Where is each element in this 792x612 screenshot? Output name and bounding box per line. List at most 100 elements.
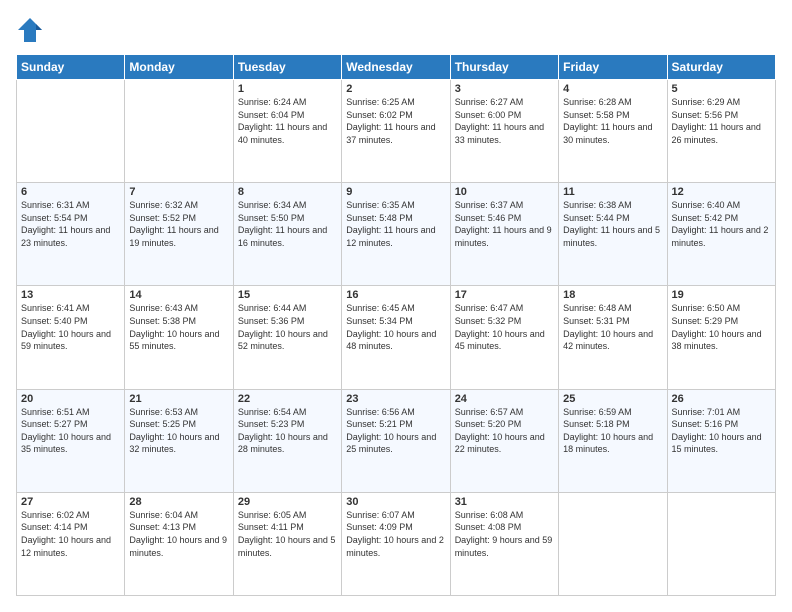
calendar-cell: 23Sunrise: 6:56 AM Sunset: 5:21 PM Dayli… bbox=[342, 389, 450, 492]
calendar-cell: 7Sunrise: 6:32 AM Sunset: 5:52 PM Daylig… bbox=[125, 183, 233, 286]
day-info: Sunrise: 6:24 AM Sunset: 6:04 PM Dayligh… bbox=[238, 96, 337, 146]
day-number: 26 bbox=[672, 393, 771, 405]
day-info: Sunrise: 6:40 AM Sunset: 5:42 PM Dayligh… bbox=[672, 199, 771, 249]
weekday-header-saturday: Saturday bbox=[667, 55, 775, 80]
calendar-table: SundayMondayTuesdayWednesdayThursdayFrid… bbox=[16, 54, 776, 596]
calendar-cell: 25Sunrise: 6:59 AM Sunset: 5:18 PM Dayli… bbox=[559, 389, 667, 492]
day-info: Sunrise: 6:50 AM Sunset: 5:29 PM Dayligh… bbox=[672, 302, 771, 352]
week-row-2: 6Sunrise: 6:31 AM Sunset: 5:54 PM Daylig… bbox=[17, 183, 776, 286]
calendar-cell: 28Sunrise: 6:04 AM Sunset: 4:13 PM Dayli… bbox=[125, 492, 233, 595]
week-row-5: 27Sunrise: 6:02 AM Sunset: 4:14 PM Dayli… bbox=[17, 492, 776, 595]
day-number: 5 bbox=[672, 83, 771, 95]
day-info: Sunrise: 6:37 AM Sunset: 5:46 PM Dayligh… bbox=[455, 199, 554, 249]
weekday-header-sunday: Sunday bbox=[17, 55, 125, 80]
calendar-cell: 9Sunrise: 6:35 AM Sunset: 5:48 PM Daylig… bbox=[342, 183, 450, 286]
day-number: 8 bbox=[238, 186, 337, 198]
weekday-header-wednesday: Wednesday bbox=[342, 55, 450, 80]
day-info: Sunrise: 6:02 AM Sunset: 4:14 PM Dayligh… bbox=[21, 509, 120, 559]
day-number: 18 bbox=[563, 289, 662, 301]
calendar-cell: 16Sunrise: 6:45 AM Sunset: 5:34 PM Dayli… bbox=[342, 286, 450, 389]
calendar-cell: 21Sunrise: 6:53 AM Sunset: 5:25 PM Dayli… bbox=[125, 389, 233, 492]
day-number: 27 bbox=[21, 496, 120, 508]
weekday-header-monday: Monday bbox=[125, 55, 233, 80]
calendar-cell: 11Sunrise: 6:38 AM Sunset: 5:44 PM Dayli… bbox=[559, 183, 667, 286]
calendar-cell: 6Sunrise: 6:31 AM Sunset: 5:54 PM Daylig… bbox=[17, 183, 125, 286]
day-info: Sunrise: 6:05 AM Sunset: 4:11 PM Dayligh… bbox=[238, 509, 337, 559]
day-info: Sunrise: 6:44 AM Sunset: 5:36 PM Dayligh… bbox=[238, 302, 337, 352]
calendar-cell bbox=[17, 80, 125, 183]
day-number: 20 bbox=[21, 393, 120, 405]
day-number: 1 bbox=[238, 83, 337, 95]
calendar-cell: 2Sunrise: 6:25 AM Sunset: 6:02 PM Daylig… bbox=[342, 80, 450, 183]
day-info: Sunrise: 6:51 AM Sunset: 5:27 PM Dayligh… bbox=[21, 406, 120, 456]
day-number: 13 bbox=[21, 289, 120, 301]
day-number: 14 bbox=[129, 289, 228, 301]
day-number: 6 bbox=[21, 186, 120, 198]
logo bbox=[16, 16, 48, 44]
week-row-3: 13Sunrise: 6:41 AM Sunset: 5:40 PM Dayli… bbox=[17, 286, 776, 389]
day-info: Sunrise: 6:56 AM Sunset: 5:21 PM Dayligh… bbox=[346, 406, 445, 456]
day-number: 31 bbox=[455, 496, 554, 508]
day-info: Sunrise: 6:28 AM Sunset: 5:58 PM Dayligh… bbox=[563, 96, 662, 146]
weekday-header-friday: Friday bbox=[559, 55, 667, 80]
weekday-header-row: SundayMondayTuesdayWednesdayThursdayFrid… bbox=[17, 55, 776, 80]
header bbox=[16, 16, 776, 44]
day-number: 4 bbox=[563, 83, 662, 95]
calendar-cell: 31Sunrise: 6:08 AM Sunset: 4:08 PM Dayli… bbox=[450, 492, 558, 595]
calendar-cell: 14Sunrise: 6:43 AM Sunset: 5:38 PM Dayli… bbox=[125, 286, 233, 389]
day-number: 22 bbox=[238, 393, 337, 405]
day-info: Sunrise: 6:08 AM Sunset: 4:08 PM Dayligh… bbox=[455, 509, 554, 559]
day-info: Sunrise: 6:59 AM Sunset: 5:18 PM Dayligh… bbox=[563, 406, 662, 456]
day-info: Sunrise: 7:01 AM Sunset: 5:16 PM Dayligh… bbox=[672, 406, 771, 456]
day-number: 19 bbox=[672, 289, 771, 301]
calendar-cell: 29Sunrise: 6:05 AM Sunset: 4:11 PM Dayli… bbox=[233, 492, 341, 595]
day-number: 30 bbox=[346, 496, 445, 508]
calendar-cell bbox=[559, 492, 667, 595]
day-number: 15 bbox=[238, 289, 337, 301]
calendar-cell: 5Sunrise: 6:29 AM Sunset: 5:56 PM Daylig… bbox=[667, 80, 775, 183]
day-info: Sunrise: 6:41 AM Sunset: 5:40 PM Dayligh… bbox=[21, 302, 120, 352]
day-info: Sunrise: 6:32 AM Sunset: 5:52 PM Dayligh… bbox=[129, 199, 228, 249]
day-number: 29 bbox=[238, 496, 337, 508]
day-number: 2 bbox=[346, 83, 445, 95]
day-number: 3 bbox=[455, 83, 554, 95]
day-info: Sunrise: 6:34 AM Sunset: 5:50 PM Dayligh… bbox=[238, 199, 337, 249]
day-number: 24 bbox=[455, 393, 554, 405]
calendar-cell: 10Sunrise: 6:37 AM Sunset: 5:46 PM Dayli… bbox=[450, 183, 558, 286]
weekday-header-thursday: Thursday bbox=[450, 55, 558, 80]
day-info: Sunrise: 6:45 AM Sunset: 5:34 PM Dayligh… bbox=[346, 302, 445, 352]
day-number: 25 bbox=[563, 393, 662, 405]
day-number: 28 bbox=[129, 496, 228, 508]
day-number: 21 bbox=[129, 393, 228, 405]
calendar-cell: 8Sunrise: 6:34 AM Sunset: 5:50 PM Daylig… bbox=[233, 183, 341, 286]
day-info: Sunrise: 6:31 AM Sunset: 5:54 PM Dayligh… bbox=[21, 199, 120, 249]
day-info: Sunrise: 6:54 AM Sunset: 5:23 PM Dayligh… bbox=[238, 406, 337, 456]
day-number: 12 bbox=[672, 186, 771, 198]
weekday-header-tuesday: Tuesday bbox=[233, 55, 341, 80]
day-info: Sunrise: 6:57 AM Sunset: 5:20 PM Dayligh… bbox=[455, 406, 554, 456]
calendar-cell: 27Sunrise: 6:02 AM Sunset: 4:14 PM Dayli… bbox=[17, 492, 125, 595]
calendar-cell: 4Sunrise: 6:28 AM Sunset: 5:58 PM Daylig… bbox=[559, 80, 667, 183]
day-number: 23 bbox=[346, 393, 445, 405]
week-row-4: 20Sunrise: 6:51 AM Sunset: 5:27 PM Dayli… bbox=[17, 389, 776, 492]
day-info: Sunrise: 6:25 AM Sunset: 6:02 PM Dayligh… bbox=[346, 96, 445, 146]
calendar-cell bbox=[125, 80, 233, 183]
calendar-cell: 30Sunrise: 6:07 AM Sunset: 4:09 PM Dayli… bbox=[342, 492, 450, 595]
day-info: Sunrise: 6:43 AM Sunset: 5:38 PM Dayligh… bbox=[129, 302, 228, 352]
day-info: Sunrise: 6:48 AM Sunset: 5:31 PM Dayligh… bbox=[563, 302, 662, 352]
calendar-cell: 12Sunrise: 6:40 AM Sunset: 5:42 PM Dayli… bbox=[667, 183, 775, 286]
calendar-cell: 3Sunrise: 6:27 AM Sunset: 6:00 PM Daylig… bbox=[450, 80, 558, 183]
week-row-1: 1Sunrise: 6:24 AM Sunset: 6:04 PM Daylig… bbox=[17, 80, 776, 183]
calendar-cell: 17Sunrise: 6:47 AM Sunset: 5:32 PM Dayli… bbox=[450, 286, 558, 389]
calendar-cell: 1Sunrise: 6:24 AM Sunset: 6:04 PM Daylig… bbox=[233, 80, 341, 183]
day-number: 17 bbox=[455, 289, 554, 301]
day-info: Sunrise: 6:07 AM Sunset: 4:09 PM Dayligh… bbox=[346, 509, 445, 559]
day-info: Sunrise: 6:27 AM Sunset: 6:00 PM Dayligh… bbox=[455, 96, 554, 146]
calendar-cell: 24Sunrise: 6:57 AM Sunset: 5:20 PM Dayli… bbox=[450, 389, 558, 492]
calendar-cell: 18Sunrise: 6:48 AM Sunset: 5:31 PM Dayli… bbox=[559, 286, 667, 389]
logo-icon bbox=[16, 16, 44, 44]
day-info: Sunrise: 6:38 AM Sunset: 5:44 PM Dayligh… bbox=[563, 199, 662, 249]
day-info: Sunrise: 6:35 AM Sunset: 5:48 PM Dayligh… bbox=[346, 199, 445, 249]
day-number: 11 bbox=[563, 186, 662, 198]
day-number: 7 bbox=[129, 186, 228, 198]
